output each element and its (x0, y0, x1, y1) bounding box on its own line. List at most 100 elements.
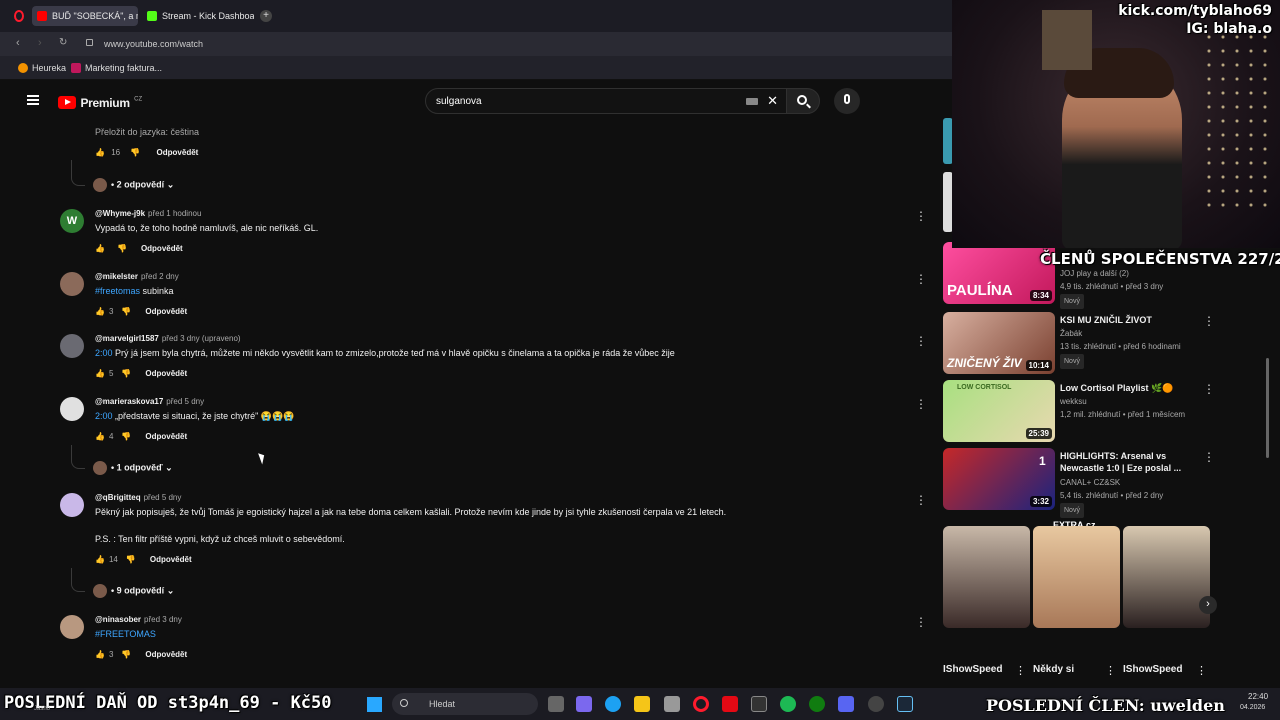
clock-date[interactable]: 04.2026 (1240, 704, 1265, 711)
teams-icon[interactable] (576, 696, 592, 712)
video-channel[interactable]: CANAL+ CZ&SK (1060, 476, 1120, 489)
video-title[interactable]: KSI MU ZNIČIL ŽIVOT (1060, 314, 1200, 326)
reply-button[interactable]: Odpovědět (157, 148, 199, 157)
video-thumbnail[interactable]: LOW CORTISOL 25:39 (943, 380, 1055, 442)
video-item[interactable]: ZNIČENÝ ŽIV 10:14 KSI MU ZNIČIL ŽIVOT Ža… (943, 312, 1263, 376)
opera-icon[interactable] (693, 696, 709, 712)
discord-icon[interactable] (838, 696, 854, 712)
reply-button[interactable]: Odpovědět (145, 369, 187, 378)
video-item[interactable]: LOW CORTISOL 25:39 Low Cortisol Playlist… (943, 380, 1263, 444)
short-title[interactable]: Někdy si (1033, 664, 1074, 675)
bookmark-marketing[interactable]: Marketing faktura... (71, 63, 162, 73)
store-icon[interactable] (664, 696, 680, 712)
video-thumbnail[interactable]: PAULÍNA 8:34 (943, 242, 1055, 304)
avatar[interactable] (60, 397, 84, 421)
forward-icon[interactable]: › (38, 37, 42, 49)
avatar[interactable] (60, 615, 84, 639)
more-actions-icon[interactable]: ⋮ (915, 334, 927, 348)
keyboard-icon[interactable] (746, 98, 758, 105)
obs-icon[interactable] (868, 696, 884, 712)
comment-time[interactable]: před 2 dny (141, 272, 179, 281)
scrollbar[interactable] (1266, 358, 1269, 458)
clock-time[interactable]: 22:40 (1248, 692, 1268, 701)
dislike-icon[interactable]: 👎 (117, 244, 127, 253)
search-input[interactable]: sulganova ✕ (425, 88, 787, 114)
dislike-icon[interactable]: 👎 (126, 555, 136, 564)
more-actions-icon[interactable]: ⋮ (1203, 450, 1215, 464)
comment-time[interactable]: před 1 hodinou (148, 209, 201, 218)
opera-logo-icon[interactable] (14, 10, 24, 22)
netflix-icon[interactable] (722, 696, 738, 712)
video-title[interactable]: Low Cortisol Playlist 🌿🟠 (1060, 382, 1200, 394)
back-icon[interactable]: ‹ (16, 37, 20, 49)
timestamp-link[interactable]: 2:00 (95, 348, 113, 358)
hashtag-link[interactable]: #freetomas (95, 286, 140, 296)
spotify-icon[interactable] (780, 696, 796, 712)
more-actions-icon[interactable]: ⋮ (1105, 664, 1116, 677)
avatar[interactable] (60, 272, 84, 296)
menu-icon[interactable] (27, 95, 39, 105)
more-actions-icon[interactable]: ⋮ (915, 397, 927, 411)
avatar[interactable] (60, 334, 84, 358)
video-channel[interactable]: wekksu (1060, 395, 1087, 408)
short-title[interactable]: IShowSpeed (1123, 664, 1182, 675)
timestamp-link[interactable]: 2:00 (95, 411, 113, 421)
video-thumbnail[interactable]: ZNIČENÝ ŽIV 10:14 (943, 312, 1055, 374)
plus-icon[interactable]: + (260, 10, 272, 22)
dislike-icon[interactable]: 👎 (121, 650, 131, 659)
comment-time[interactable]: před 5 dny (144, 493, 182, 502)
short-thumbnail[interactable] (943, 526, 1030, 628)
comment-time[interactable]: před 3 dny (144, 615, 182, 624)
tab-youtube[interactable]: BUĎ "SOBECKÁ", a máš vy (32, 6, 138, 26)
like-icon[interactable]: 👍 (95, 307, 105, 316)
search-button[interactable] (786, 88, 820, 114)
like-icon[interactable]: 👍 (95, 244, 105, 253)
taskbar-search[interactable]: Hledat (392, 693, 538, 715)
dislike-icon[interactable]: 👎 (121, 307, 131, 316)
bookmark-heureka[interactable]: Heureka (18, 63, 66, 73)
video-item[interactable]: 1 3:32 HIGHLIGHTS: Arsenal vs Newcastle … (943, 448, 1263, 518)
file-explorer-icon[interactable] (634, 696, 650, 712)
reply-button[interactable]: Odpovědět (145, 307, 187, 316)
video-title[interactable]: HIGHLIGHTS: Arsenal vs Newcastle 1:0 | E… (1060, 450, 1200, 474)
youtube-logo[interactable]: Premium CZ (58, 94, 142, 110)
more-actions-icon[interactable]: ⋮ (1203, 314, 1215, 328)
voice-search-button[interactable] (834, 88, 860, 114)
short-thumbnail[interactable] (1033, 526, 1120, 628)
short-thumbnail[interactable] (1123, 526, 1210, 628)
more-actions-icon[interactable]: ⋮ (915, 272, 927, 286)
avatar[interactable] (60, 493, 84, 517)
xbox-icon[interactable] (809, 696, 825, 712)
like-icon[interactable]: 👍 (95, 650, 105, 659)
replies-toggle[interactable]: • 9 odpovědí ⌄ (93, 584, 174, 598)
more-actions-icon[interactable]: ⋮ (915, 493, 927, 507)
like-icon[interactable]: 👍 (95, 555, 105, 564)
comment-author[interactable]: @qBrigitteq (95, 493, 141, 502)
comment-author[interactable]: @marvelgirl1587 (95, 334, 159, 343)
comment-time[interactable]: před 3 dny (upraveno) (162, 334, 241, 343)
reply-button[interactable]: Odpovědět (145, 650, 187, 659)
epic-games-icon[interactable] (751, 696, 767, 712)
more-actions-icon[interactable]: ⋮ (1196, 664, 1207, 677)
task-view-icon[interactable] (548, 696, 564, 712)
reload-icon[interactable]: ↻ (59, 37, 67, 48)
dislike-icon[interactable]: 👎 (121, 432, 131, 441)
video-thumbnail[interactable]: 1 3:32 (943, 448, 1055, 510)
video-channel[interactable]: Žabák (1060, 327, 1082, 340)
more-actions-icon[interactable]: ⋮ (1203, 382, 1215, 396)
short-title[interactable]: IShowSpeed (943, 664, 1002, 675)
reply-button[interactable]: Odpovědět (150, 555, 192, 564)
windows-start-icon[interactable] (367, 697, 382, 712)
reply-button[interactable]: Odpovědět (141, 244, 183, 253)
next-arrow-icon[interactable]: › (1199, 596, 1217, 614)
comment-author[interactable]: @mikelster (95, 272, 138, 281)
more-actions-icon[interactable]: ⋮ (1015, 664, 1026, 677)
like-icon[interactable]: 👍 (95, 432, 105, 441)
dislike-icon[interactable]: 👎 (121, 369, 131, 378)
replies-toggle[interactable]: • 2 odpovědí ⌄ (93, 178, 174, 192)
dislike-icon[interactable]: 👎 (130, 148, 140, 157)
comment-time[interactable]: před 5 dny (166, 397, 204, 406)
hashtag-link[interactable]: #FREETOMAS (95, 629, 156, 639)
comment-author[interactable]: @marieraskova17 (95, 397, 163, 406)
replies-toggle[interactable]: • 1 odpověď ⌄ (93, 461, 173, 475)
